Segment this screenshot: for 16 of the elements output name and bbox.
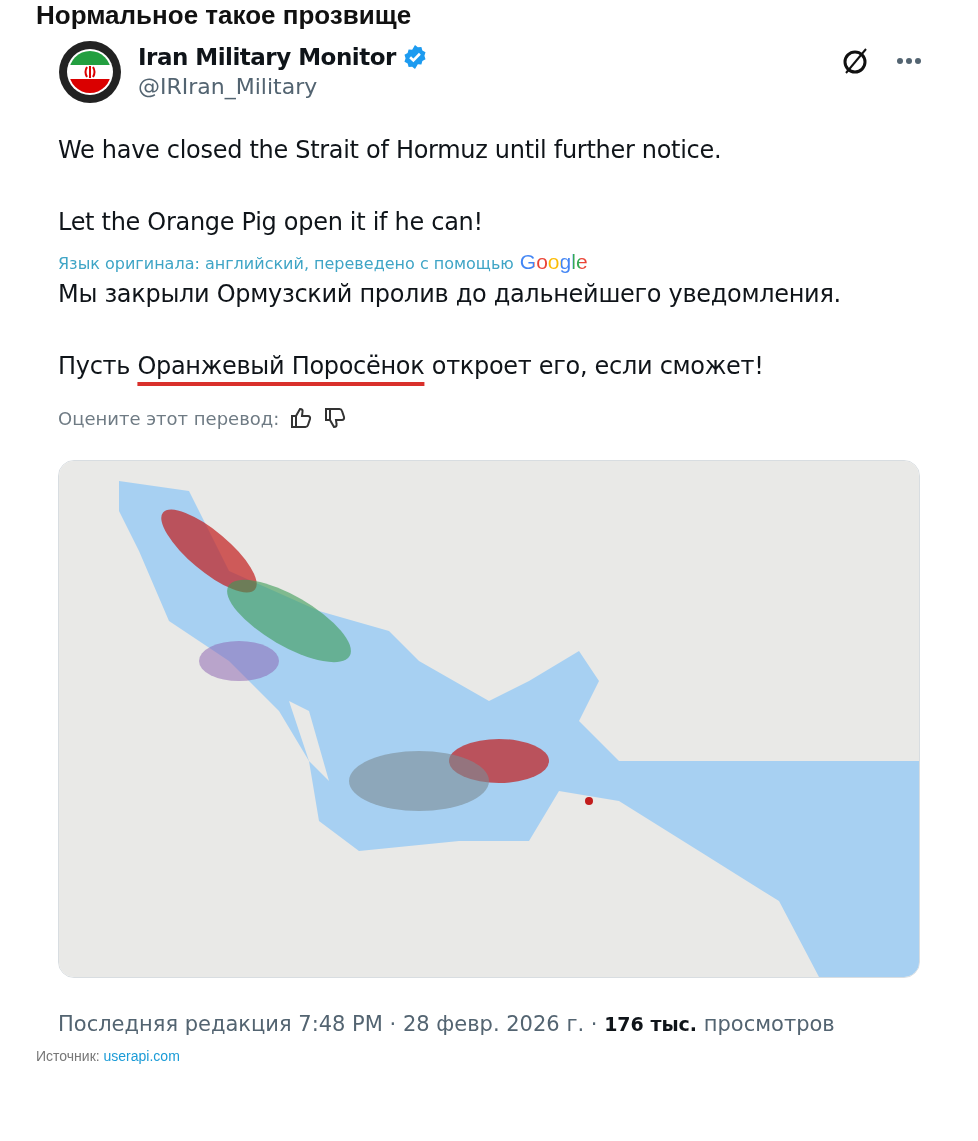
rate-prompt: Оцените этот перевод: (58, 407, 280, 429)
tweet-text: Let the Orange Pig open it if he can! (58, 208, 484, 236)
author-name[interactable]: Iran Military Monitor (138, 44, 396, 70)
author-handle[interactable]: @IRIran_Military (138, 74, 824, 99)
more-icon[interactable] (896, 57, 922, 65)
thumbs-up-icon[interactable] (289, 406, 314, 430)
source-link[interactable]: userapi.com (103, 1048, 180, 1064)
tweet-text: We have closed the Strait of Hormuz until further notice. (58, 136, 723, 164)
source-label: Источник: (36, 1048, 101, 1064)
translation-note: Язык оригинала: английский, переведено с помощью (58, 254, 514, 273)
tweet-meta: Последняя редакция 7:48 PM · 28 февр. 2026 г. · 176 тыс. просмотров (58, 1012, 836, 1036)
translated-text: Мы закрыли Ормузский пролив до дальнейшего уведомления. (58, 280, 842, 308)
post-title: Нормальное такое прозвище (35, 0, 413, 30)
avatar-logo (58, 40, 122, 104)
translated-text: Пусть Оранжевый Поросёнок откроет его, если сможет! (58, 352, 765, 380)
thumbs-down-icon[interactable] (323, 406, 348, 430)
